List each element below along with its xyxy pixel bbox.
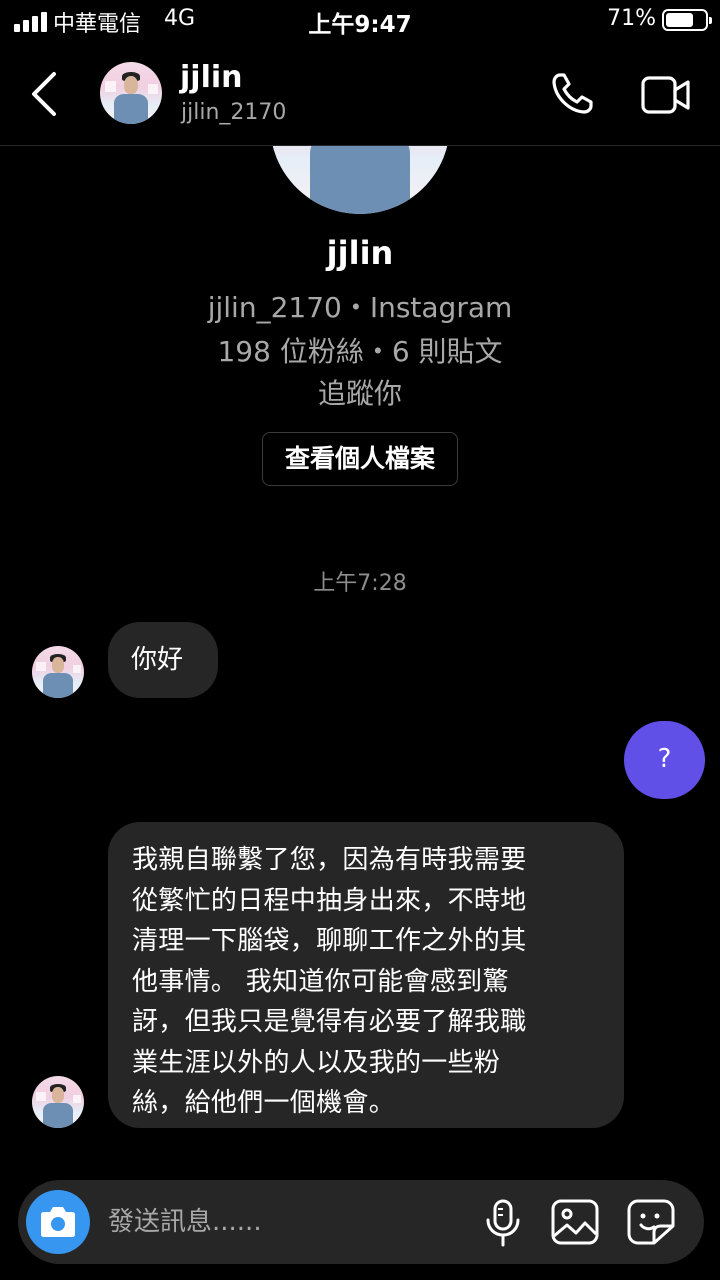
- image-icon: [551, 1199, 599, 1245]
- chevron-left-icon: [32, 72, 56, 116]
- battery-percent: 71%: [607, 6, 656, 31]
- video-camera-icon: [641, 76, 690, 114]
- battery-icon: [662, 9, 712, 31]
- message-timestamp: 上午7:28: [313, 571, 407, 596]
- video-call-button[interactable]: [640, 74, 692, 116]
- battery-fill: [666, 13, 693, 27]
- profile-name: jjlin: [326, 234, 394, 272]
- outgoing-message[interactable]: ?: [624, 721, 705, 799]
- sticker-button[interactable]: [626, 1198, 676, 1246]
- profile-stats: 198 位粉絲・6 則貼文: [217, 335, 503, 368]
- back-button[interactable]: [24, 68, 68, 120]
- sender-avatar[interactable]: [32, 1076, 84, 1128]
- message-composer: [18, 1180, 704, 1264]
- microphone-button[interactable]: [483, 1198, 523, 1248]
- chat-header: jjlin jjlin_2170: [0, 40, 720, 146]
- status-bar: 中華電信 4G 上午9:47 71%: [0, 0, 720, 40]
- camera-icon: [41, 1207, 75, 1237]
- incoming-message[interactable]: 我親自聯繫了您，因為有時我需要 從繁忙的日程中抽身出來，不時地 清理一下腦袋，聊…: [108, 822, 624, 1128]
- incoming-message[interactable]: 你好: [108, 622, 218, 698]
- microphone-icon: [486, 1199, 520, 1247]
- header-avatar[interactable]: [100, 62, 162, 124]
- sender-avatar[interactable]: [32, 646, 84, 698]
- phone-icon: [552, 73, 593, 114]
- header-username[interactable]: jjlin_2170: [181, 100, 286, 125]
- follow-status: 追蹤你: [317, 377, 402, 410]
- chat-screen: 中華電信 4G 上午9:47 71% jjlin jjlin_2170・Inst…: [0, 0, 720, 1280]
- message-input[interactable]: [108, 1202, 468, 1242]
- camera-button[interactable]: [26, 1190, 90, 1254]
- call-button[interactable]: [548, 70, 596, 118]
- header-display-name[interactable]: jjlin: [180, 60, 243, 95]
- sticker-icon: [627, 1199, 675, 1245]
- gallery-button[interactable]: [550, 1198, 600, 1246]
- view-profile-button[interactable]: 查看個人檔案: [262, 432, 458, 486]
- profile-meta: jjlin_2170・Instagram: [207, 291, 513, 324]
